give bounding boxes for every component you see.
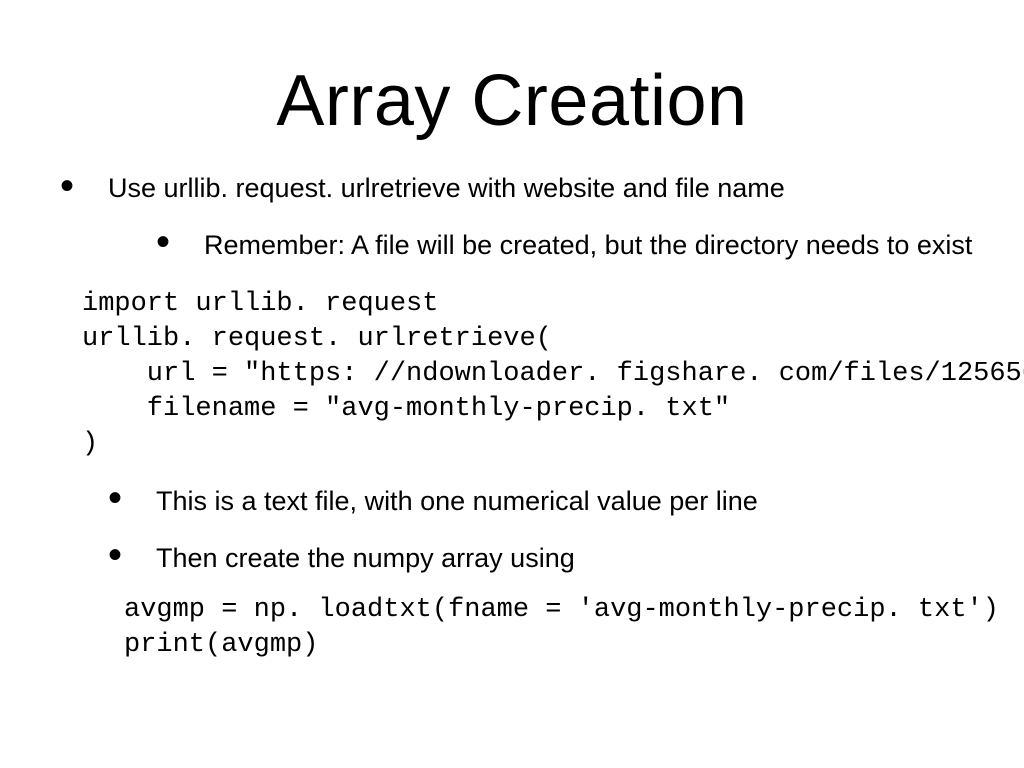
code-block: avgmp = np. loadtxt(fname = 'avg-monthly…	[60, 593, 984, 663]
bullet-icon: •	[108, 478, 122, 518]
slide-title: Array Creation	[0, 0, 1024, 172]
sub-bullet-item: • This is a text file, with one numerica…	[108, 484, 984, 519]
slide-body: • Use urllib. request. urlretrieve with …	[0, 172, 1024, 663]
bullet-item: • Use urllib. request. urlretrieve with …	[60, 172, 984, 263]
bullet-icon: •	[60, 166, 74, 206]
sub-bullet-item: • Remember: A file will be created, but …	[156, 228, 984, 263]
sub-bullet-text: Then create the numpy array using	[156, 543, 575, 573]
bullet-icon: •	[156, 222, 170, 262]
bullet-text: Use urllib. request. urlretrieve with we…	[108, 173, 785, 203]
bullet-icon: •	[108, 535, 122, 575]
code-block: import urllib. request urllib. request. …	[60, 287, 984, 462]
slide: Array Creation • Use urllib. request. ur…	[0, 0, 1024, 768]
sub-bullet-text: This is a text file, with one numerical …	[156, 486, 758, 516]
sub-bullet-item: • Then create the numpy array using	[108, 541, 984, 576]
sub-bullet-text: Remember: A file will be created, but th…	[204, 230, 972, 260]
